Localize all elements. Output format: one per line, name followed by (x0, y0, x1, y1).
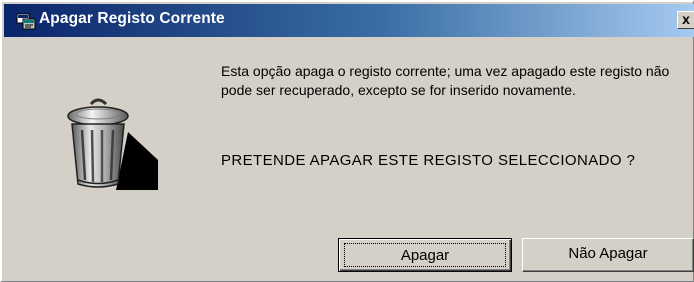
delete-button[interactable]: Apagar (338, 238, 512, 272)
database-app-icon (16, 13, 36, 30)
dont-delete-button-label: Não Apagar (568, 245, 648, 262)
dont-delete-button[interactable]: Não Apagar (522, 238, 694, 272)
dialog-window: Apagar Registo Corrente x Esta opção apa… (0, 0, 694, 282)
close-button[interactable]: x (677, 11, 694, 29)
title-bar[interactable]: Apagar Registo Corrente x (4, 4, 694, 37)
warning-message: Esta opção apaga o registo corrente; uma… (221, 63, 670, 98)
delete-button-label: Apagar (344, 243, 506, 267)
trash-can-icon (67, 98, 158, 190)
window-title: Apagar Registo Corrente (39, 10, 225, 27)
close-icon: x (682, 11, 690, 27)
confirm-question: PRETENDE APAGAR ESTE REGISTO SELECCIONAD… (221, 152, 636, 169)
